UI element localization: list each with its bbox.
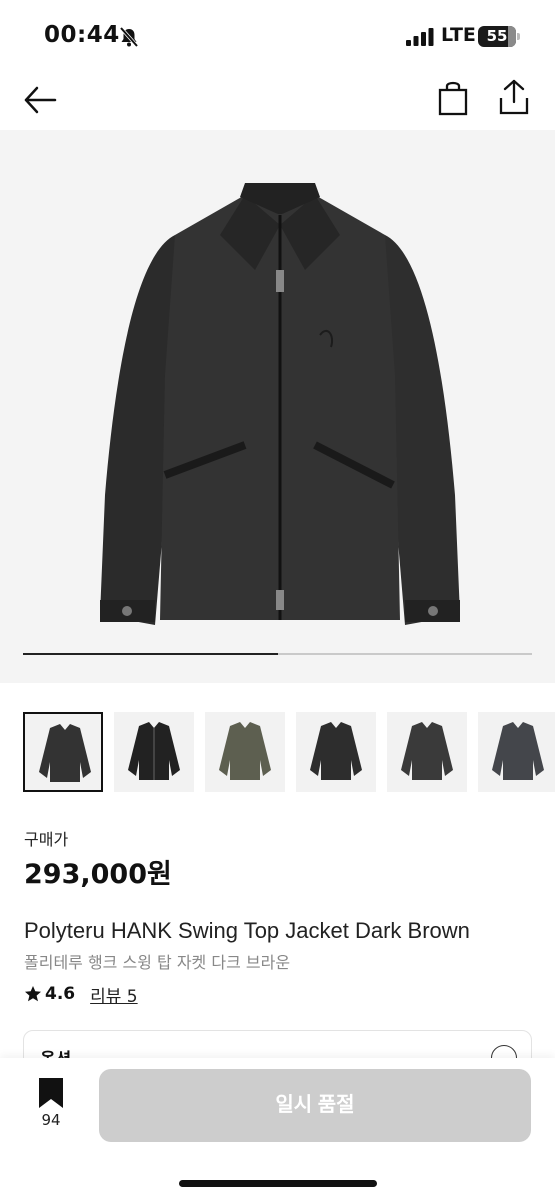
thumbnail-2[interactable] xyxy=(114,712,194,792)
bookmark-count: 94 xyxy=(41,1111,61,1129)
jacket-image xyxy=(100,183,460,625)
mute-icon xyxy=(119,26,139,48)
gallery-progress xyxy=(23,653,532,655)
product-title-ko: 폴리테루 행크 스윙 탑 자켓 다크 브라운 xyxy=(24,953,291,972)
battery-icon: 55 xyxy=(478,26,520,47)
thumbnail-6[interactable] xyxy=(478,712,555,792)
shopping-bag-icon[interactable] xyxy=(437,80,469,116)
status-time: 00:44 xyxy=(44,22,120,48)
signal-icon xyxy=(406,28,434,46)
status-bar: 00:44 LTE 55 xyxy=(0,0,555,74)
gallery-progress-fill xyxy=(23,653,278,655)
product-title-en: Polyteru HANK Swing Top Jacket Dark Brow… xyxy=(24,918,470,943)
bookmark-icon xyxy=(39,1078,63,1108)
thumbnail-3[interactable] xyxy=(205,712,285,792)
thumbnail-4[interactable] xyxy=(296,712,376,792)
top-nav xyxy=(0,74,555,130)
star-icon xyxy=(25,986,41,1002)
thumbnail-5[interactable] xyxy=(387,712,467,792)
share-icon[interactable] xyxy=(498,78,530,116)
rating-row: 4.6 리뷰 5 xyxy=(24,982,138,1007)
thumbnail-strip xyxy=(23,712,555,792)
product-image-gallery[interactable] xyxy=(0,130,555,683)
sold-out-button[interactable]: 일시 품절 xyxy=(99,1069,531,1142)
bookmark-button[interactable]: 94 xyxy=(26,1078,76,1138)
rating-value: 4.6 xyxy=(45,984,76,1004)
thumbnail-1[interactable] xyxy=(23,712,103,792)
bottom-action-bar: 94 일시 품절 xyxy=(0,1058,555,1200)
price-value: 293,000원 xyxy=(24,859,172,890)
battery-level: 55 xyxy=(486,27,508,45)
back-arrow-icon[interactable] xyxy=(22,82,58,118)
home-indicator xyxy=(179,1180,377,1187)
network-type: LTE xyxy=(441,24,476,46)
price-label: 구매가 xyxy=(24,830,69,849)
review-link[interactable]: 리뷰 5 xyxy=(90,982,138,1007)
